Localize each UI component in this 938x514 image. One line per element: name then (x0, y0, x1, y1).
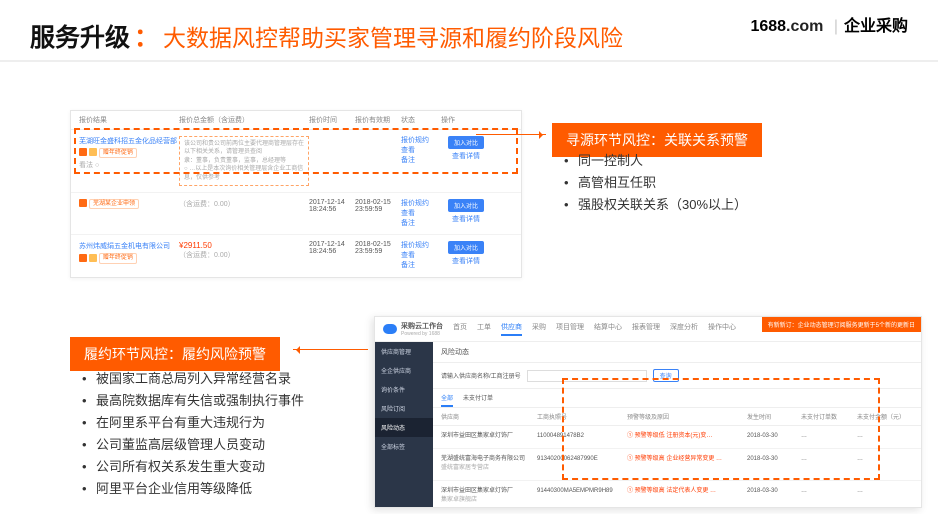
brand-logo: 1688.com |企业采购 (750, 18, 908, 36)
search-button[interactable]: 查询 (653, 369, 679, 382)
title-colon: ： (134, 18, 159, 54)
sourcing-panel: 报价结果 报价总金额（含运费） 报价时间 报价有效期 状态 操作 芜湖旺金盛科招… (70, 110, 522, 278)
app-subtitle: Powered by 1688 (401, 331, 443, 337)
title-text: 大数据风控帮助买家管理寻源和履约阶段风险 (163, 19, 623, 53)
detail-link[interactable]: 查看详情 (441, 256, 491, 266)
compare-button[interactable]: 加入对比 (448, 136, 484, 149)
bullets-sourcing: 同一控制人 高管相互任职 强股权关联关系（30%以上） (564, 150, 747, 216)
sidebar[interactable]: 供应商管理 全企供应商 询价条件 风险订阅 风险动态 全部标签 (375, 342, 433, 508)
search-label: 请输入供应商名称/工商注册号 (441, 371, 521, 380)
app-title: 采购云工作台 (401, 321, 443, 331)
top-nav[interactable]: 首页工单供应商采购项目管理结算中心报表管理深度分析操作中心 (453, 322, 736, 336)
crumb: 风险动态 (433, 342, 921, 363)
table-row: 芜湖旺金盛科招五金化品经营部 赠年终促销 看法 ○ 该公司和贵公司前两位主要代理… (71, 130, 521, 193)
callout-fulfil: 履约环节风控：履约风险预警 (70, 337, 280, 371)
panel1-head: 报价结果 报价总金额（含运费） 报价时间 报价有效期 状态 操作 (71, 111, 521, 130)
table-row: 苏州炜威绢五金机电有限公司 赠年终促销 ¥2911.50（含运费：0.00） 2… (71, 235, 521, 276)
detail-link[interactable]: 查看详情 (441, 151, 491, 161)
notice-banner: 有新新订：企业动态管理订阅服务更新于5个新的更新日 (762, 317, 921, 332)
compare-button[interactable]: 加入对比 (448, 199, 484, 212)
shop-icon (79, 199, 87, 207)
divider (0, 60, 938, 62)
company-link[interactable]: 芜湖旺金盛科招五金化品经营部 (79, 136, 179, 146)
company-badge: 芜湖某企业申领 (89, 199, 139, 209)
promo-badge: 赠年终促销 (99, 253, 137, 263)
arrow-left-icon (293, 349, 368, 350)
detail-link[interactable]: 查看详情 (441, 214, 491, 224)
shop-icon (79, 254, 87, 262)
compare-button[interactable]: 加入对比 (448, 241, 484, 254)
search-input[interactable] (527, 370, 647, 382)
promo-badge: 赠年终促销 (99, 148, 137, 158)
table-row: 深圳市益田区集家卓灯饰厂集家卓旗舰店 91440300MA5EMPMR9H89 … (433, 481, 921, 508)
filter-tabs[interactable]: 全部未支付订单 (433, 389, 921, 408)
company-link[interactable]: 苏州炜威绢五金机电有限公司 (79, 241, 179, 251)
bullets-fulfil: 被国家工商总局列入异常经营名录 最高院数据库有失信或强制执行事件 在阿里系平台有… (82, 368, 304, 501)
relation-note: 该公司和贵公司前两位主要代理商管理层存在以下相关关系，请管理员查阅 隶：董事，负… (179, 136, 309, 186)
table-row: 芜湖盛统富海电子商务有限公司盛统富家居专营店 91340200062487990… (433, 449, 921, 481)
fulfil-panel: 有新新订：企业动态管理订阅服务更新于5个新的更新日 采购云工作台 Powered… (374, 316, 922, 508)
cloud-icon (383, 324, 397, 334)
title-label: 服务升级 (30, 18, 130, 54)
table-row: 深圳市益田区集家卓灯饰厂 110004891478B2 ① 预警等级低 注册资本… (433, 426, 921, 449)
table-row: 芜湖某企业申领 （含运费：0.00） 2017-12-14 18:24:56 2… (71, 193, 521, 235)
price: ¥2911.50 (179, 241, 309, 250)
shop-icon (79, 148, 87, 156)
badge-icon (89, 148, 97, 156)
arrow-right-icon (476, 134, 546, 135)
badge-icon (89, 254, 97, 262)
